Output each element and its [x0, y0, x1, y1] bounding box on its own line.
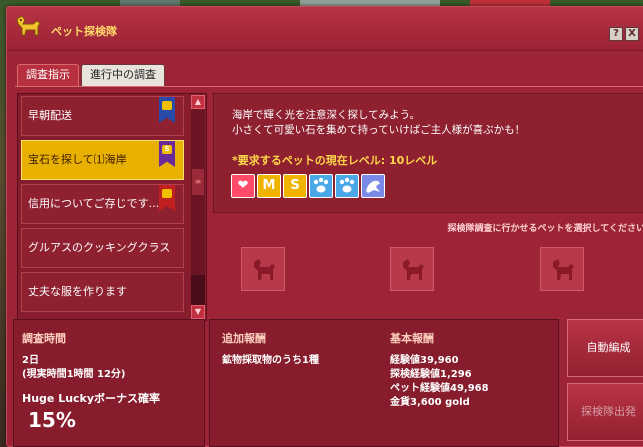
dog-silhouette-icon [254, 259, 275, 280]
depart-button[interactable]: 探検隊出発 [567, 383, 643, 441]
size-s-icon: S [283, 174, 307, 198]
base-reward-line: 探検経験値1,296 [390, 369, 472, 380]
paw-icon [309, 174, 333, 198]
title-bar[interactable]: ペット探検隊 ? X [7, 7, 643, 51]
auto-form-button[interactable]: 自動編成 [567, 319, 643, 377]
scroll-up-button[interactable]: ▲ [191, 95, 205, 109]
quest-list-scrollbar[interactable]: ▲ ≡ ▼ [191, 95, 205, 319]
base-reward-line: 金貨3,600 gold [390, 397, 470, 408]
quest-item-gem-search-beach[interactable]: 宝石を探して⑴海岸 S [21, 140, 184, 180]
bonus-value: 15% [28, 408, 76, 432]
ribbon-blue-icon [159, 97, 175, 123]
pet-slot-2[interactable] [390, 247, 434, 291]
duration-value: 2日 [22, 355, 39, 366]
quest-item-trust[interactable]: 信用についてご存じです... [21, 184, 184, 224]
tab-bar: 調査指示 進行中の調査 [17, 64, 165, 86]
pet-expedition-window: ペット探検隊 ? X 調査指示 進行中の調査 早朝配送 宝石を探して⑴海岸 S … [6, 6, 643, 447]
real-time-value: (現実時間1時間 12分) [22, 369, 126, 380]
size-m-icon: M [257, 174, 281, 198]
base-reward-line: ペット経験値49,968 [390, 383, 489, 394]
ribbon-purple-icon: S [159, 141, 175, 167]
quest-item-label: 早朝配送 [28, 109, 72, 122]
dog-silhouette-icon [553, 259, 574, 280]
required-level: *要求するペットの現在レベル: 10レベル [232, 154, 438, 167]
help-button[interactable]: ? [609, 27, 623, 41]
description-line: 小さくて可愛い石を集めて持っていけばご主人様が喜ぶかも！ [232, 124, 526, 136]
quest-list: 早朝配送 宝石を探して⑴海岸 S 信用についてご存じです... グルアスのクッキ… [17, 93, 207, 321]
dog-icon [16, 15, 41, 36]
ribbon-red-icon [159, 185, 175, 211]
tab-divider [15, 86, 643, 87]
extra-reward-heading: 追加報酬 [222, 332, 266, 345]
base-reward-line: 経験値39,960 [390, 355, 459, 366]
seal-icon [361, 174, 385, 198]
heart-icon: ❤ [231, 174, 255, 198]
close-button[interactable]: X [625, 27, 639, 41]
window-title: ペット探検隊 [51, 25, 117, 38]
quest-item-label: 丈夫な服を作ります [28, 285, 127, 298]
time-heading: 調査時間 [22, 332, 66, 345]
pet-select-hint: 探検隊調査に行かせるペットを選択してください [447, 224, 643, 234]
scroll-thumb[interactable]: ≡ [192, 169, 204, 195]
reward-panel: 追加報酬 鉱物採取物のうち1種 基本報酬 経験値39,960 探検経験値1,29… [209, 319, 559, 447]
base-reward-heading: 基本報酬 [390, 332, 434, 345]
quest-item-early-delivery[interactable]: 早朝配送 [21, 96, 184, 136]
extra-reward-item: 鉱物採取物のうち1種 [222, 355, 319, 366]
quest-item-label: 宝石を探して⑴海岸 [28, 153, 127, 166]
pet-slot-1[interactable] [241, 247, 285, 291]
quest-item-sturdy-clothes[interactable]: 丈夫な服を作ります [21, 272, 184, 312]
bonus-label: Huge Luckyボーナス確率 [22, 392, 161, 405]
pet-slot-3[interactable] [540, 247, 584, 291]
quest-description: 海岸で輝く光を注意深く探してみよう。 小さくて可愛い石を集めて持っていけばご主人… [232, 108, 525, 138]
scroll-track [191, 275, 205, 307]
requirement-badges: ❤ M S [231, 174, 385, 198]
quest-item-label: 信用についてご存じです... [28, 197, 160, 210]
quest-item-cooking-class[interactable]: グルアスのクッキングクラス [21, 228, 184, 268]
description-line: 海岸で輝く光を注意深く探してみよう。 [232, 109, 421, 121]
scroll-down-button[interactable]: ▼ [191, 305, 205, 319]
tab-investigation-orders[interactable]: 調査指示 [17, 64, 79, 86]
quest-item-label: グルアスのクッキングクラス [28, 241, 171, 254]
time-panel: 調査時間 2日 (現実時間1時間 12分) Huge Luckyボーナス確率 1… [13, 319, 205, 447]
tab-ongoing-investigations[interactable]: 進行中の調査 [81, 64, 165, 86]
dog-silhouette-icon [403, 259, 424, 280]
quest-detail-panel: 海岸で輝く光を注意深く探してみよう。 小さくて可愛い石を集めて持っていけばご主人… [213, 93, 643, 213]
paw-icon [335, 174, 359, 198]
